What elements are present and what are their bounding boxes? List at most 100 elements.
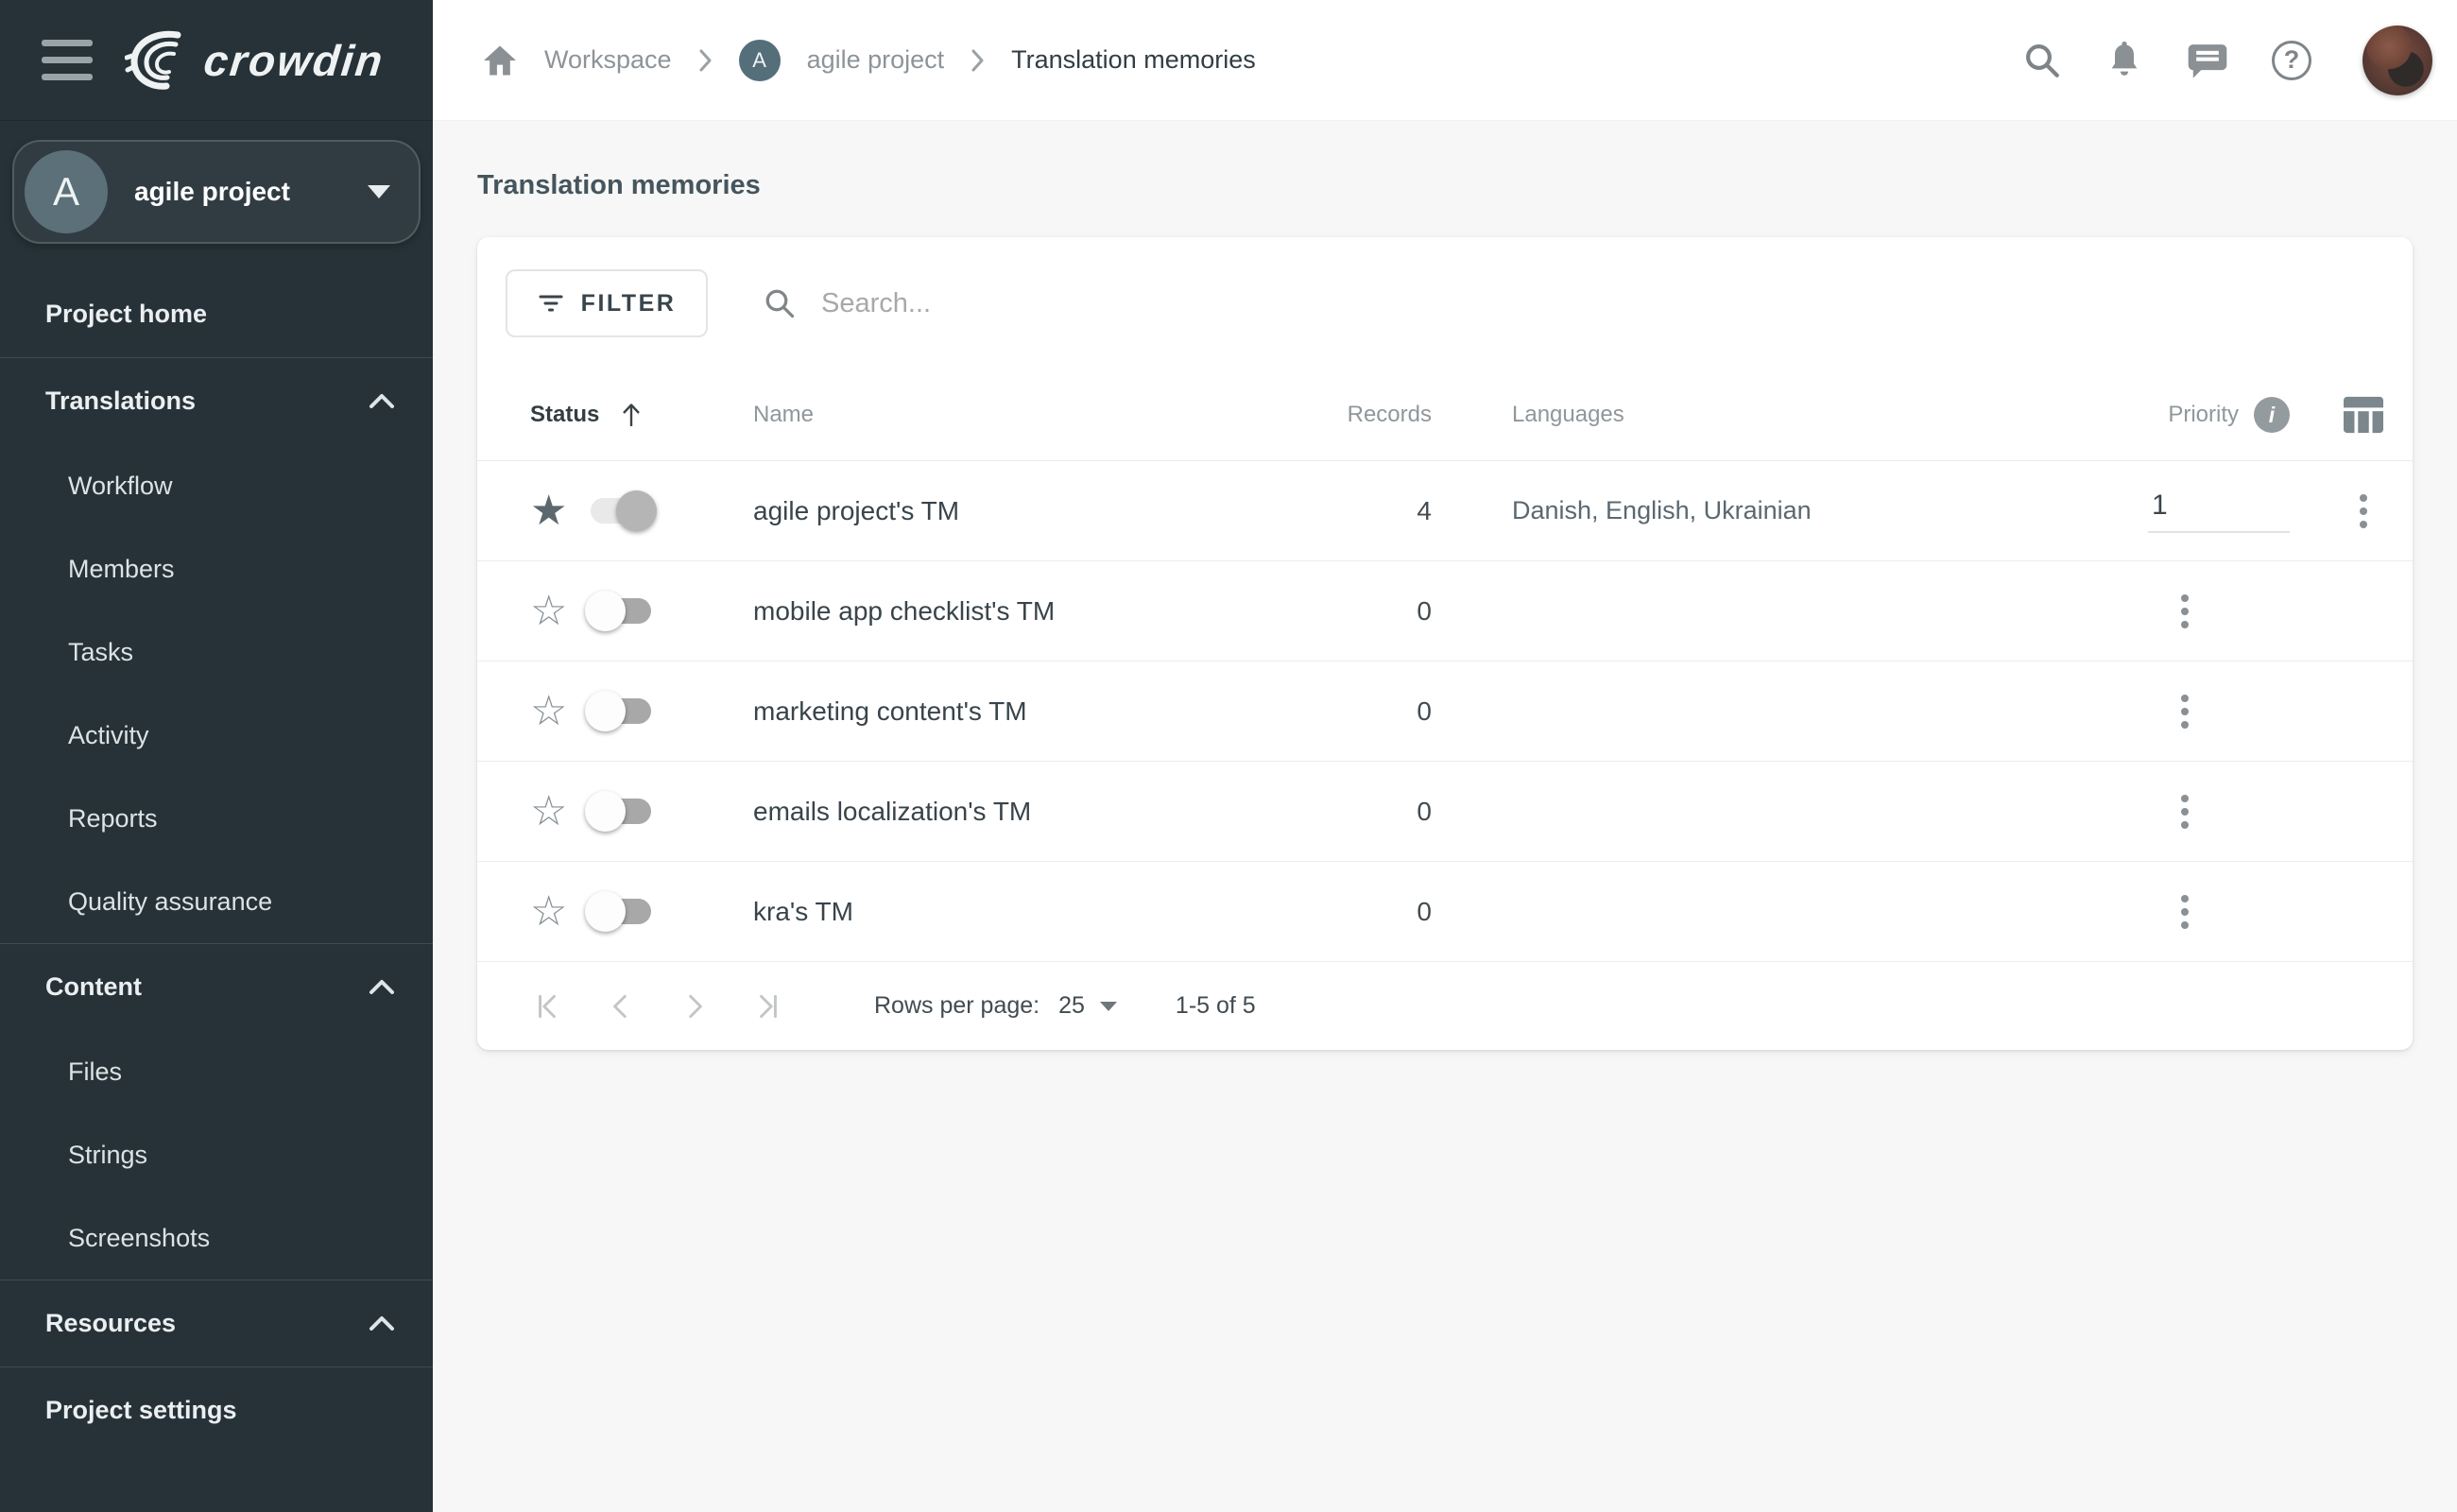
notifications-bell-icon[interactable] — [2105, 40, 2143, 81]
sort-arrow-up-icon — [623, 404, 641, 426]
project-name: agile project — [134, 177, 290, 206]
main-content: Translation memories FILTER Search... St… — [433, 121, 2457, 1512]
sidebar-item[interactable]: Screenshots — [0, 1196, 433, 1280]
sidebar-item-label: Content — [45, 972, 142, 1001]
next-page-icon[interactable] — [674, 986, 715, 1027]
sidebar-item[interactable]: Translations — [0, 357, 433, 444]
table-header: Status Name Records Languages Priority i — [477, 369, 2413, 460]
sidebar-item[interactable]: Members — [0, 527, 433, 610]
menu-icon[interactable] — [42, 40, 93, 80]
breadcrumb-project-avatar[interactable]: A — [738, 39, 781, 81]
enabled-toggle[interactable] — [585, 591, 651, 631]
chevron-right-icon — [699, 49, 712, 71]
column-header-priority: Priority i — [2036, 397, 2333, 433]
star-icon[interactable] — [530, 490, 591, 532]
sidebar-top: crowdin — [0, 0, 433, 121]
tm-records: 0 — [1417, 595, 1432, 626]
sidebar-item[interactable]: Files — [0, 1030, 433, 1113]
table-body: agile project's TM 4 Danish, English, Uk… — [477, 460, 2413, 961]
priority-header-label: Priority — [2168, 402, 2239, 427]
row-menu-kebab-icon[interactable] — [2175, 689, 2194, 734]
column-header-status[interactable]: Status — [530, 402, 723, 428]
sidebar-item[interactable]: Reports — [0, 777, 433, 860]
search-box — [763, 286, 2384, 320]
enabled-toggle[interactable] — [585, 891, 651, 932]
enabled-toggle[interactable] — [585, 791, 651, 832]
info-icon[interactable]: i — [2254, 397, 2290, 433]
search-input[interactable] — [821, 287, 1672, 319]
status-header-label: Status — [530, 402, 600, 427]
chevron-up-icon[interactable] — [369, 979, 395, 995]
sidebar-item[interactable]: Content — [0, 943, 433, 1030]
project-selector[interactable]: A agile project — [12, 140, 421, 244]
sidebar-item[interactable]: Activity — [0, 694, 433, 777]
chevron-up-icon[interactable] — [369, 393, 395, 409]
breadcrumb: Workspace A agile project Translation me… — [482, 39, 1256, 81]
sidebar-item[interactable]: Quality assurance — [0, 860, 433, 943]
tm-name[interactable]: marketing content's TM — [723, 696, 1375, 727]
star-icon[interactable] — [530, 591, 591, 632]
tm-name[interactable]: emails localization's TM — [723, 797, 1375, 827]
enabled-toggle[interactable] — [585, 691, 651, 731]
column-header-records[interactable]: Records — [1348, 402, 1432, 428]
sidebar: crowdin A agile project Project home Tra… — [0, 0, 433, 1512]
column-header-name[interactable]: Name — [723, 402, 1375, 428]
messages-chat-icon[interactable] — [2187, 41, 2228, 80]
crowdin-logo[interactable]: crowdin — [125, 29, 387, 92]
topbar-actions: ? — [2022, 25, 2432, 95]
first-page-icon[interactable] — [526, 986, 568, 1027]
rows-per-page-select[interactable]: 25 — [1058, 992, 1117, 1020]
priority-input[interactable] — [2148, 489, 2290, 533]
tm-name[interactable]: mobile app checklist's TM — [723, 596, 1375, 627]
sidebar-item-label: Project settings — [45, 1396, 237, 1424]
sidebar-item[interactable]: Project settings — [0, 1366, 433, 1453]
tm-records: 0 — [1417, 796, 1432, 826]
breadcrumb-project[interactable]: agile project — [807, 45, 945, 75]
row-menu-kebab-icon[interactable] — [2354, 489, 2373, 534]
sidebar-item[interactable]: Project home — [0, 270, 433, 357]
chevron-up-icon[interactable] — [369, 1315, 395, 1332]
last-page-icon[interactable] — [747, 986, 789, 1027]
tm-name[interactable]: agile project's TM — [723, 496, 1375, 526]
search-icon[interactable] — [2022, 41, 2062, 80]
sidebar-item[interactable]: Strings — [0, 1113, 433, 1196]
sidebar-item[interactable]: Workflow — [0, 444, 433, 527]
chevron-right-icon — [971, 49, 984, 71]
rows-per-page-label: Rows per page: — [874, 992, 1040, 1019]
previous-page-icon[interactable] — [600, 986, 642, 1027]
row-menu-kebab-icon[interactable] — [2175, 589, 2194, 634]
table-toolbar: FILTER — [477, 237, 2413, 369]
pagination-range: 1-5 of 5 — [1175, 992, 1256, 1019]
enabled-toggle[interactable] — [591, 490, 657, 531]
sidebar-item-label: Strings — [68, 1140, 148, 1169]
sidebar-item-label: Workflow — [68, 471, 173, 500]
caret-down-icon — [368, 185, 390, 198]
star-icon[interactable] — [530, 791, 591, 833]
sidebar-item[interactable]: Resources — [0, 1280, 433, 1366]
user-avatar[interactable] — [2362, 25, 2432, 95]
column-header-languages[interactable]: Languages — [1432, 402, 2036, 428]
row-menu-kebab-icon[interactable] — [2175, 889, 2194, 935]
star-icon[interactable] — [530, 891, 591, 933]
topbar: Workspace A agile project Translation me… — [433, 0, 2457, 121]
pagination-bar: Rows per page: 25 1-5 of 5 — [477, 961, 2413, 1050]
columns-settings-icon[interactable] — [2342, 395, 2385, 435]
page-title: Translation memories — [477, 170, 761, 200]
sidebar-item-label: Files — [68, 1057, 123, 1086]
filter-button-label: FILTER — [580, 289, 677, 317]
rows-per-page-value: 25 — [1058, 992, 1085, 1019]
breadcrumb-current: Translation memories — [1011, 45, 1256, 74]
home-icon[interactable] — [482, 44, 518, 77]
row-menu-kebab-icon[interactable] — [2175, 789, 2194, 834]
project-avatar: A — [25, 150, 108, 233]
help-icon[interactable]: ? — [2272, 40, 2311, 80]
table-row: emails localization's TM 0 — [477, 761, 2413, 861]
star-icon[interactable] — [530, 691, 591, 732]
breadcrumb-workspace[interactable]: Workspace — [544, 45, 672, 75]
sidebar-item[interactable]: Tasks — [0, 610, 433, 694]
tm-records: 4 — [1417, 495, 1432, 525]
tm-name[interactable]: kra's TM — [723, 897, 1375, 927]
sidebar-item-label: Translations — [45, 387, 197, 415]
filter-button[interactable]: FILTER — [506, 269, 708, 337]
caret-down-icon — [1099, 1001, 1117, 1011]
